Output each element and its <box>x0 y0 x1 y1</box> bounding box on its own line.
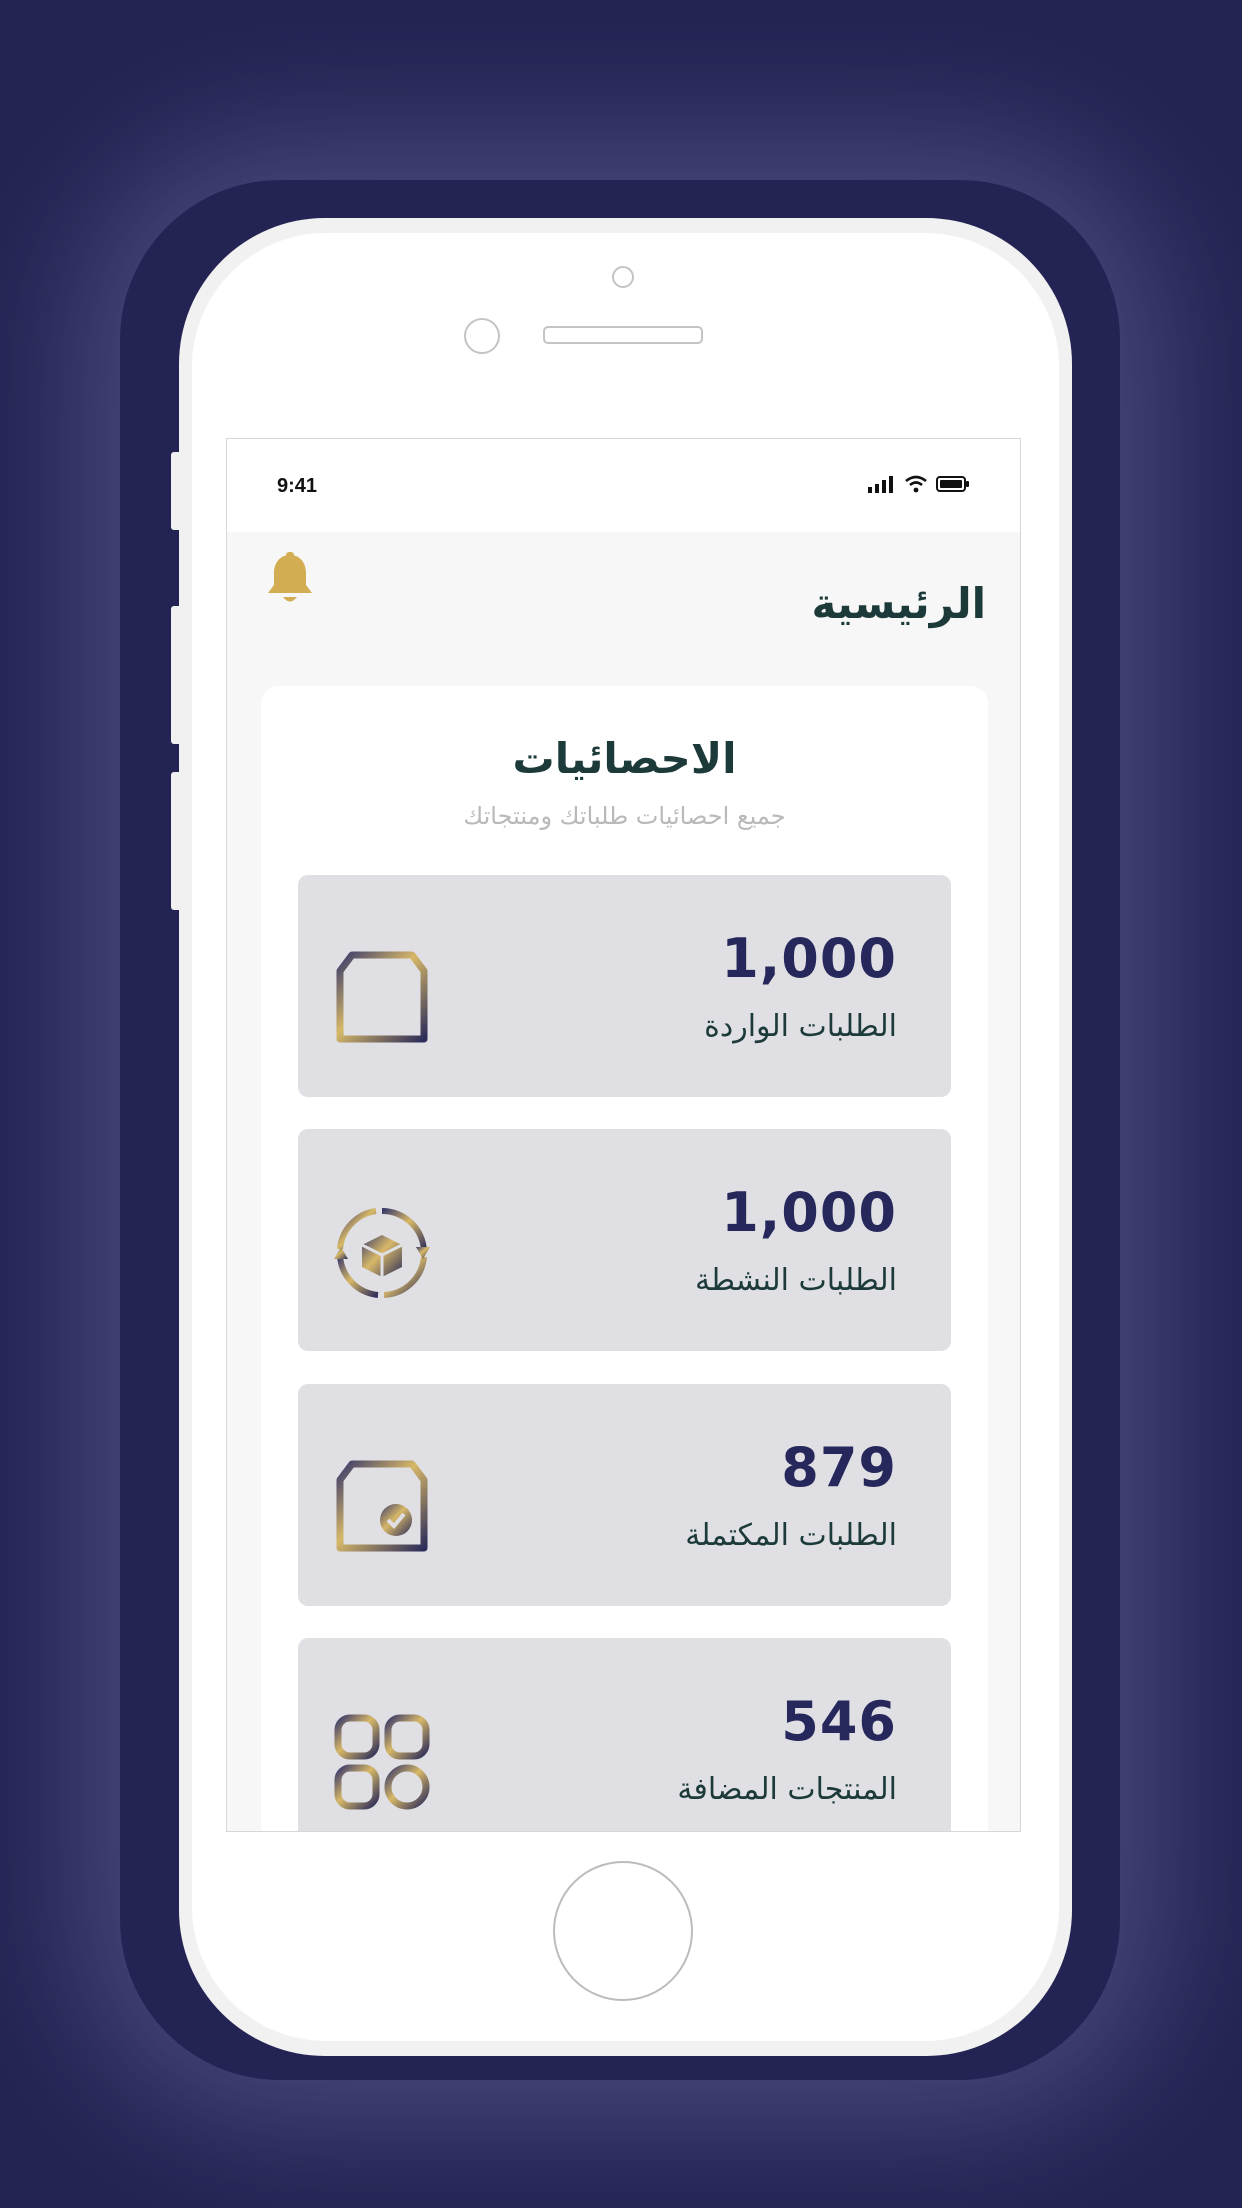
status-bar: 9:41 <box>227 439 1020 532</box>
statistics-title: الاحصائيات <box>512 734 737 783</box>
status-time: 9:41 <box>277 475 318 497</box>
front-camera <box>612 266 634 288</box>
box-add-icon <box>336 951 428 1043</box>
signal-icon <box>868 476 893 493</box>
stat-active-orders[interactable]: 1,000 الطلبات النشطة <box>298 1129 951 1351</box>
statistics-subtitle: جميع احصائيات طلباتك ومنتجاتك <box>463 802 786 830</box>
stat-value: 1,000 <box>721 1181 897 1244</box>
grid-apps-icon <box>334 1714 430 1810</box>
stat-value: 1,000 <box>721 927 897 990</box>
page-title: الرئيسية <box>811 579 986 628</box>
wifi-icon <box>905 475 927 493</box>
earpiece-speaker <box>543 326 703 344</box>
stat-incoming-orders[interactable]: 1,000 الطلبات الواردة <box>298 875 951 1097</box>
stat-completed-orders[interactable]: 879 الطلبات المكتملة <box>298 1384 951 1606</box>
box-sync-icon <box>334 1207 430 1298</box>
stat-added-products[interactable]: 546 المنتجات المضافة <box>298 1638 951 1831</box>
status-icons <box>868 475 970 493</box>
stat-label: الطلبات النشطة <box>695 1263 897 1298</box>
stat-value: 879 <box>781 1436 897 1499</box>
stat-label: الطلبات المكتملة <box>685 1518 897 1553</box>
battery-icon <box>936 476 969 492</box>
box-check-icon <box>336 1460 428 1552</box>
stat-label: المنتجات المضافة <box>677 1772 897 1807</box>
notification-bell-icon[interactable] <box>265 551 315 607</box>
home-button[interactable] <box>553 1861 693 2001</box>
stat-label: الطلبات الواردة <box>704 1009 897 1044</box>
app-screen: 9:41 الرئيسية الاحصائيات جميع احصائيات ط… <box>226 438 1021 1832</box>
proximity-sensor <box>464 318 500 354</box>
stat-value: 546 <box>781 1690 897 1753</box>
